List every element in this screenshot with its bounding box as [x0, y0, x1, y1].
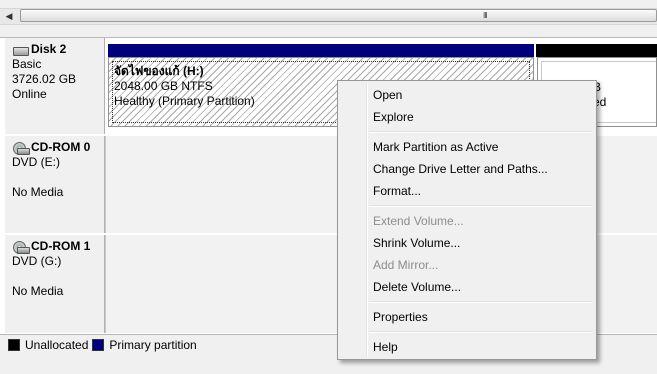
menu-separator	[369, 301, 592, 303]
disk-type: Basic	[12, 57, 42, 71]
menu-item-change-drive-letter[interactable]: Change Drive Letter and Paths...	[340, 158, 594, 180]
menu-item-help[interactable]: Help	[340, 336, 594, 358]
disk-type: DVD (G:)	[12, 254, 62, 268]
menu-separator	[369, 331, 592, 333]
disk-label-disk2[interactable]: Disk 2 Basic 3726.02 GB Online	[5, 38, 105, 134]
menu-item-mark-active[interactable]: Mark Partition as Active	[340, 136, 594, 158]
hard-disk-icon	[12, 44, 29, 56]
menu-item-delete-volume[interactable]: Delete Volume...	[340, 276, 594, 298]
menu-separator	[369, 205, 592, 207]
disk-type: DVD (E:)	[12, 155, 60, 169]
cdrom-icon	[12, 141, 30, 155]
menu-item-properties[interactable]: Properties	[340, 306, 594, 328]
disk-media: No Media	[12, 284, 64, 298]
scrollbar-thumb[interactable]: III	[20, 9, 657, 22]
disk-size: 3726.02 GB	[12, 72, 77, 86]
scrollbar-grip: III	[483, 11, 488, 20]
primary-partition-header	[108, 44, 534, 57]
legend-label: Primary partition	[109, 337, 197, 352]
disk-label-cdrom0[interactable]: CD-ROM 0 DVD (E:) No Media	[5, 136, 105, 233]
menu-item-format[interactable]: Format...	[340, 180, 594, 202]
legend-item-unallocated: Unallocated	[8, 338, 88, 352]
partition-title: จัดไฟของแก้ (H:)	[114, 64, 204, 78]
menu-item-add-mirror[interactable]: Add Mirror...	[340, 254, 594, 276]
partition-status: Healthy (Primary Partition)	[114, 94, 255, 108]
menu-item-shrink-volume[interactable]: Shrink Volume...	[340, 232, 594, 254]
unallocated-header	[536, 44, 657, 57]
legend-swatch	[92, 338, 105, 351]
disk-name: CD-ROM 0	[31, 140, 91, 154]
cdrom-icon	[12, 240, 30, 254]
menu-item-explore[interactable]: Explore	[340, 106, 594, 128]
menu-separator	[369, 131, 592, 133]
horizontal-scrollbar[interactable]: ◀ III	[0, 0, 657, 29]
disk-media: No Media	[12, 185, 64, 199]
menu-item-extend-volume[interactable]: Extend Volume...	[340, 210, 594, 232]
menu-item-open[interactable]: Open	[340, 84, 594, 106]
context-menu: Open Explore Mark Partition as Active Ch…	[337, 80, 597, 360]
legend-swatch	[8, 338, 20, 351]
disk-name: Disk 2	[31, 42, 67, 56]
disk-name: CD-ROM 1	[31, 239, 91, 253]
legend-label: Unallocated	[25, 337, 89, 352]
partition-size: 2048.00 GB NTFS	[114, 79, 213, 93]
disk-status: Online	[12, 87, 47, 101]
disk-label-cdrom1[interactable]: CD-ROM 1 DVD (G:) No Media	[5, 235, 105, 333]
scroll-left-arrow-icon[interactable]: ◀	[3, 9, 15, 23]
legend-item-primary: Primary partition	[92, 337, 197, 352]
